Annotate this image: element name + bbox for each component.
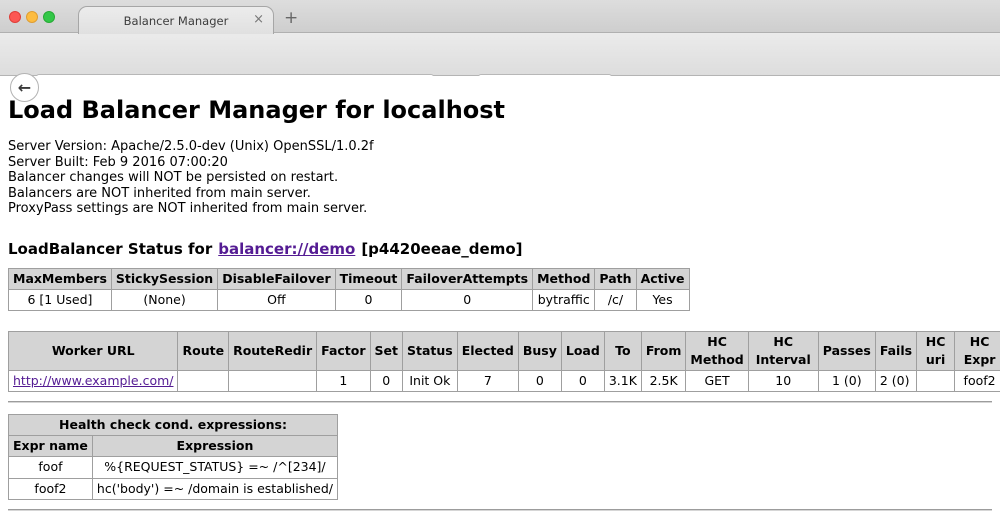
table-title-row: Health check cond. expressions: [9, 415, 338, 436]
col-status: Status [403, 331, 458, 370]
balancer-summary-table: MaxMembers StickySession DisableFailover… [8, 268, 690, 311]
cell-worker-url: http://www.example.com/ [9, 371, 178, 392]
col-path: Path [595, 268, 636, 289]
window-titlebar: Balancer Manager × + [0, 0, 1000, 33]
inherit-note-line: Balancers are NOT inherited from main se… [8, 186, 992, 202]
cell-hc-expr: foof2 [955, 371, 1000, 392]
col-hc-expr: HC Expr [955, 331, 1000, 370]
col-hc-uri: HC uri [917, 331, 955, 370]
table-row: 6 [1 Used] (None) Off 0 0 bytraffic /c/ … [9, 289, 690, 310]
cell-stickysession: (None) [111, 289, 217, 310]
bottom-divider [8, 509, 992, 511]
table-header-row: Expr name Expression [9, 436, 338, 457]
table-row: foof %{REQUEST_STATUS} =~ /^[234]/ [9, 457, 338, 478]
col-factor: Factor [317, 331, 370, 370]
status-heading-prefix: LoadBalancer Status for [8, 240, 212, 258]
health-check-table: Health check cond. expressions: Expr nam… [8, 414, 338, 500]
cell-factor: 1 [317, 371, 370, 392]
col-timeout: Timeout [335, 268, 402, 289]
worker-table: Worker URL Route RouteRedir Factor Set S… [8, 331, 1000, 392]
cell-fails: 2 (0) [875, 371, 916, 392]
hc-table-title: Health check cond. expressions: [9, 415, 338, 436]
worker-url-link[interactable]: http://www.example.com/ [13, 373, 173, 388]
cell-busy: 0 [518, 371, 561, 392]
table-header-row: Worker URL Route RouteRedir Factor Set S… [9, 331, 1000, 370]
cell-hc-interval: 10 [748, 371, 818, 392]
cell-route [178, 371, 229, 392]
new-tab-button[interactable]: + [284, 8, 298, 28]
cell-load: 0 [561, 371, 604, 392]
col-route: Route [178, 331, 229, 370]
tab-title: Balancer Manager [124, 14, 229, 28]
cell-disablefailover: Off [218, 289, 335, 310]
window-zoom-button[interactable] [43, 11, 55, 23]
col-method: Method [533, 268, 595, 289]
browser-tab[interactable]: Balancer Manager × [78, 6, 274, 34]
server-built-line: Server Built: Feb 9 2016 07:00:20 [8, 155, 992, 171]
col-worker-url: Worker URL [9, 331, 178, 370]
col-passes: Passes [818, 331, 875, 370]
cell-expression: hc('body') =~ /domain is established/ [92, 478, 337, 499]
cell-path: /c/ [595, 289, 636, 310]
col-expression: Expression [92, 436, 337, 457]
page-content: Load Balancer Manager for localhost Serv… [0, 76, 1000, 491]
browser-toolbar: ← ☆ [0, 33, 1000, 76]
back-button[interactable]: ← [10, 73, 39, 102]
window-minimize-button[interactable] [26, 11, 38, 23]
cell-from: 2.5K [641, 371, 686, 392]
cell-status: Init Ok [403, 371, 458, 392]
col-maxmembers: MaxMembers [9, 268, 112, 289]
section-divider [8, 401, 992, 403]
col-active: Active [636, 268, 689, 289]
col-hc-interval: HC Interval [748, 331, 818, 370]
cell-set: 0 [370, 371, 402, 392]
table-row: foof2 hc('body') =~ /domain is establish… [9, 478, 338, 499]
col-disablefailover: DisableFailover [218, 268, 335, 289]
page-title: Load Balancer Manager for localhost [8, 96, 992, 124]
cell-passes: 1 (0) [818, 371, 875, 392]
balancer-demo-link[interactable]: balancer://demo [218, 240, 355, 258]
cell-failoverattempts: 0 [402, 289, 533, 310]
table-row: http://www.example.com/ 1 0 Init Ok 7 0 … [9, 371, 1000, 392]
persist-note-line: Balancer changes will NOT be persisted o… [8, 170, 992, 186]
tab-close-icon[interactable]: × [253, 13, 264, 27]
col-expr-name: Expr name [9, 436, 93, 457]
col-routeredir: RouteRedir [229, 331, 317, 370]
col-stickysession: StickySession [111, 268, 217, 289]
server-version-line: Server Version: Apache/2.5.0-dev (Unix) … [8, 139, 992, 155]
cell-hc-method: GET [686, 371, 748, 392]
cell-routeredir [229, 371, 317, 392]
col-failoverattempts: FailoverAttempts [402, 268, 533, 289]
table-header-row: MaxMembers StickySession DisableFailover… [9, 268, 690, 289]
col-busy: Busy [518, 331, 561, 370]
cell-maxmembers: 6 [1 Used] [9, 289, 112, 310]
cell-expression: %{REQUEST_STATUS} =~ /^[234]/ [92, 457, 337, 478]
col-set: Set [370, 331, 402, 370]
cell-active: Yes [636, 289, 689, 310]
cell-timeout: 0 [335, 289, 402, 310]
loadbalancer-status-heading: LoadBalancer Status for balancer://demo [p… [8, 240, 992, 258]
col-elected: Elected [457, 331, 518, 370]
cell-method: bytraffic [533, 289, 595, 310]
cell-expr-name: foof2 [9, 478, 93, 499]
server-info: Server Version: Apache/2.5.0-dev (Unix) … [8, 139, 992, 217]
col-to: To [604, 331, 641, 370]
cell-to: 3.1K [604, 371, 641, 392]
cell-expr-name: foof [9, 457, 93, 478]
col-fails: Fails [875, 331, 916, 370]
col-from: From [641, 331, 686, 370]
col-load: Load [561, 331, 604, 370]
cell-elected: 7 [457, 371, 518, 392]
cell-hc-uri [917, 371, 955, 392]
proxypass-note-line: ProxyPass settings are NOT inherited fro… [8, 201, 992, 217]
window-close-button[interactable] [9, 11, 21, 23]
col-hc-method: HC Method [686, 331, 748, 370]
status-heading-suffix: [p4420eeae_demo] [361, 240, 522, 258]
